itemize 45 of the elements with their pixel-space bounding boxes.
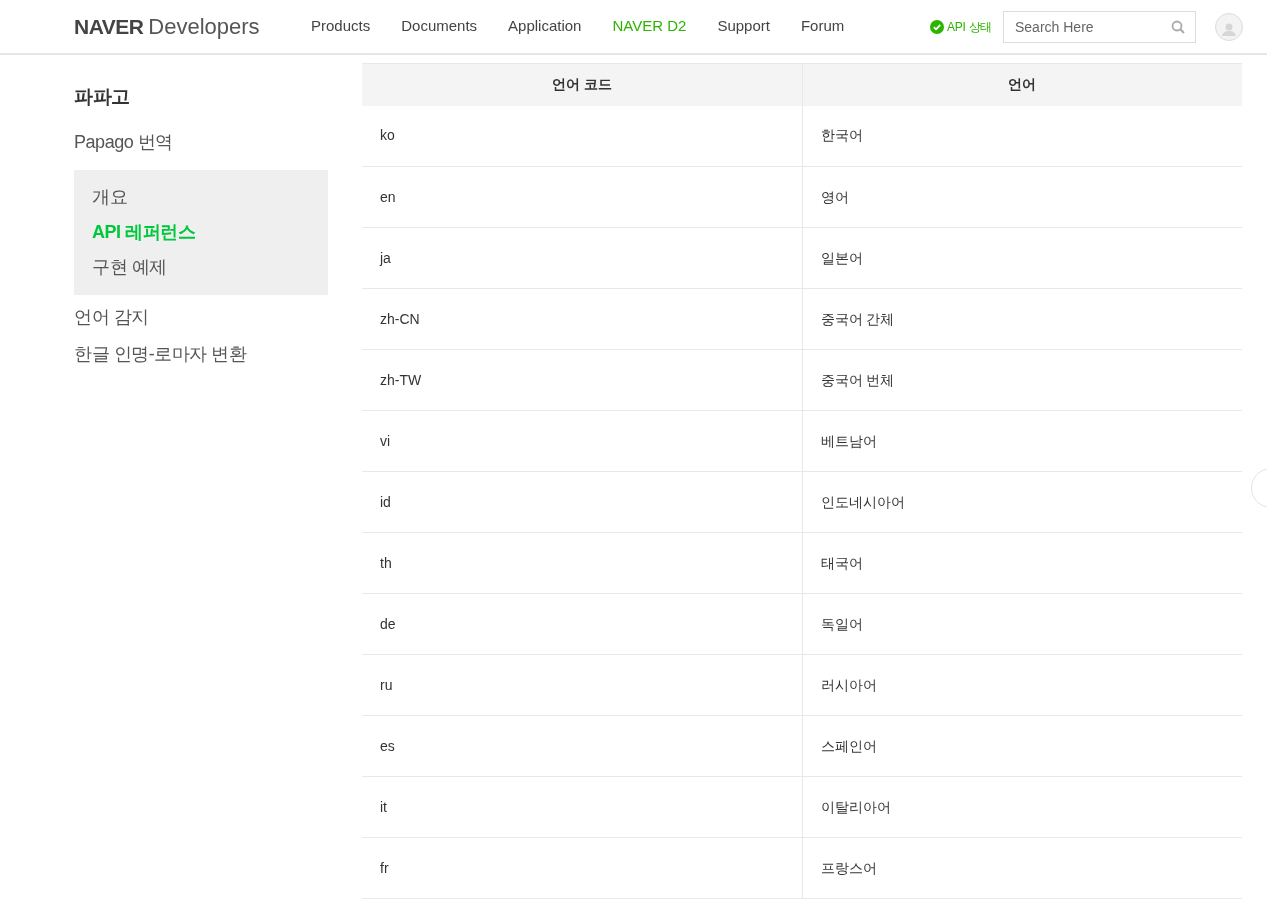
table-cell: 중국어 번체 — [802, 349, 1242, 411]
logo-wordmark[interactable]: NAVER — [74, 11, 144, 43]
table-cell: en — [362, 166, 802, 228]
table-cell: 중국어 간체 — [802, 288, 1242, 350]
table-cell: 프랑스어 — [802, 837, 1242, 899]
table-cell: ru — [362, 654, 802, 716]
table-cell: 독일어 — [802, 593, 1242, 655]
table-cell: 인도네시아어 — [802, 471, 1242, 533]
sidebar-title: 파파고 — [74, 85, 130, 109]
table-cell: 이탈리아어 — [802, 776, 1242, 838]
check-circle-icon — [930, 19, 945, 34]
submenu-item[interactable]: 개요 — [92, 179, 128, 215]
column-header: 언어 코드 — [362, 63, 802, 106]
table-cell: 러시아어 — [802, 654, 1242, 716]
table-cell: it — [362, 776, 802, 838]
table-cell: zh-CN — [362, 288, 802, 350]
table-cell: id — [362, 471, 802, 533]
logo-subtitle[interactable]: Developers — [148, 10, 260, 43]
nav-link[interactable]: Products — [311, 15, 371, 38]
search-icon[interactable] — [1171, 19, 1185, 34]
nav-link[interactable]: Support — [717, 15, 770, 38]
table-cell: 태국어 — [802, 532, 1242, 594]
sidebar-item[interactable]: 한글 인명-로마자 변환 — [74, 340, 247, 367]
table-cell: 일본어 — [802, 227, 1242, 289]
table-cell: ko — [362, 105, 802, 167]
user-avatar[interactable] — [1215, 12, 1243, 41]
sidebar-item[interactable]: Papago 번역 — [74, 128, 173, 155]
table-cell: 영어 — [802, 166, 1242, 228]
table-cell: zh-TW — [362, 349, 802, 411]
table-cell: vi — [362, 410, 802, 472]
table-cell: es — [362, 715, 802, 777]
search-field[interactable]: Search Here — [1003, 10, 1196, 43]
table-cell: ja — [362, 227, 802, 289]
sidebar-item[interactable]: 언어 감지 — [74, 303, 149, 330]
column-header: 언어 — [802, 63, 1242, 106]
table-cell: 베트남어 — [802, 410, 1242, 472]
nav-link[interactable]: Forum — [800, 15, 845, 38]
nav-link[interactable]: Documents — [401, 15, 478, 38]
table-cell: fr — [362, 837, 802, 899]
table-cell: 한국어 — [802, 105, 1242, 167]
nav-link[interactable]: Application — [508, 15, 582, 38]
table-cell: de — [362, 593, 802, 655]
submenu-item[interactable]: 구현 예제 — [92, 249, 167, 285]
table-cell: 스페인어 — [802, 715, 1242, 777]
table-cell: th — [362, 532, 802, 594]
